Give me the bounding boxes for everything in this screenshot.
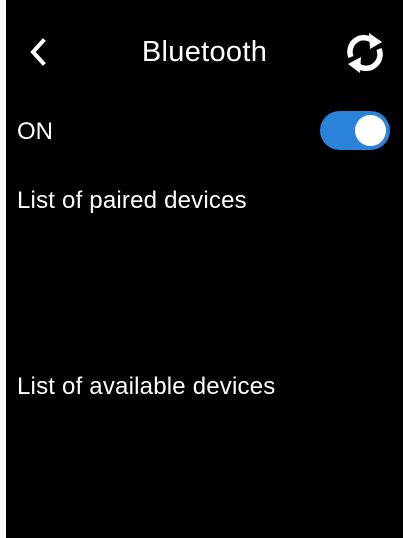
bluetooth-status-label: ON (17, 118, 53, 145)
available-devices-list (6, 408, 403, 538)
available-devices-heading: List of available devices (17, 373, 276, 400)
bluetooth-toggle[interactable] (320, 111, 390, 150)
refresh-icon (347, 33, 383, 73)
header: Bluetooth (6, 0, 403, 100)
paired-devices-heading: List of paired devices (17, 187, 247, 214)
paired-devices-list (6, 222, 403, 366)
toggle-knob (355, 115, 386, 146)
bluetooth-screen: Bluetooth ON List of paired devices List… (6, 0, 403, 538)
bluetooth-toggle-row: ON (6, 108, 403, 154)
refresh-button[interactable] (340, 28, 390, 78)
